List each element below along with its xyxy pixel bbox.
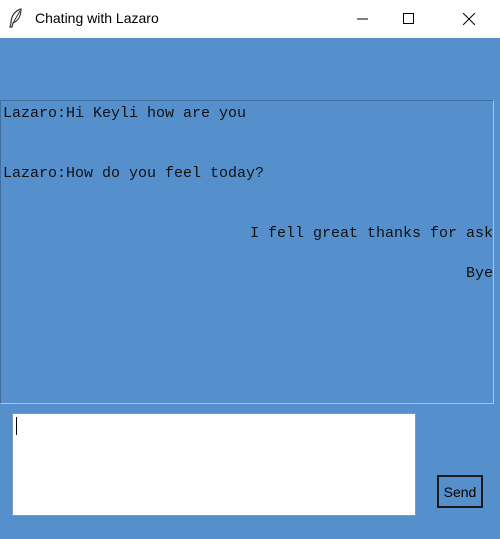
minimize-icon [357, 18, 368, 20]
maximize-icon [403, 13, 414, 24]
chat-message: Bye [465, 265, 493, 282]
chat-message: Lazaro:Hi Keyli how are you [3, 105, 247, 122]
chat-message: Lazaro:How do you feel today? [3, 165, 265, 182]
chat-window: Chating with Lazaro Lazaro:Hi Keyli how … [0, 0, 500, 539]
client-area: Lazaro:Hi Keyli how are you Lazaro:How d… [0, 38, 500, 539]
chat-log[interactable]: Lazaro:Hi Keyli how are you Lazaro:How d… [0, 100, 494, 404]
close-button[interactable] [446, 0, 492, 38]
minimize-button[interactable] [340, 0, 386, 38]
message-input[interactable] [12, 413, 416, 516]
maximize-button[interactable] [386, 0, 432, 38]
title-bar[interactable]: Chating with Lazaro [0, 0, 500, 38]
text-caret [16, 417, 17, 435]
feather-icon [8, 8, 24, 28]
close-icon [463, 13, 475, 25]
send-button[interactable]: Send [437, 475, 483, 508]
chat-message: I fell great thanks for ask [249, 225, 493, 242]
window-title: Chating with Lazaro [35, 10, 159, 26]
